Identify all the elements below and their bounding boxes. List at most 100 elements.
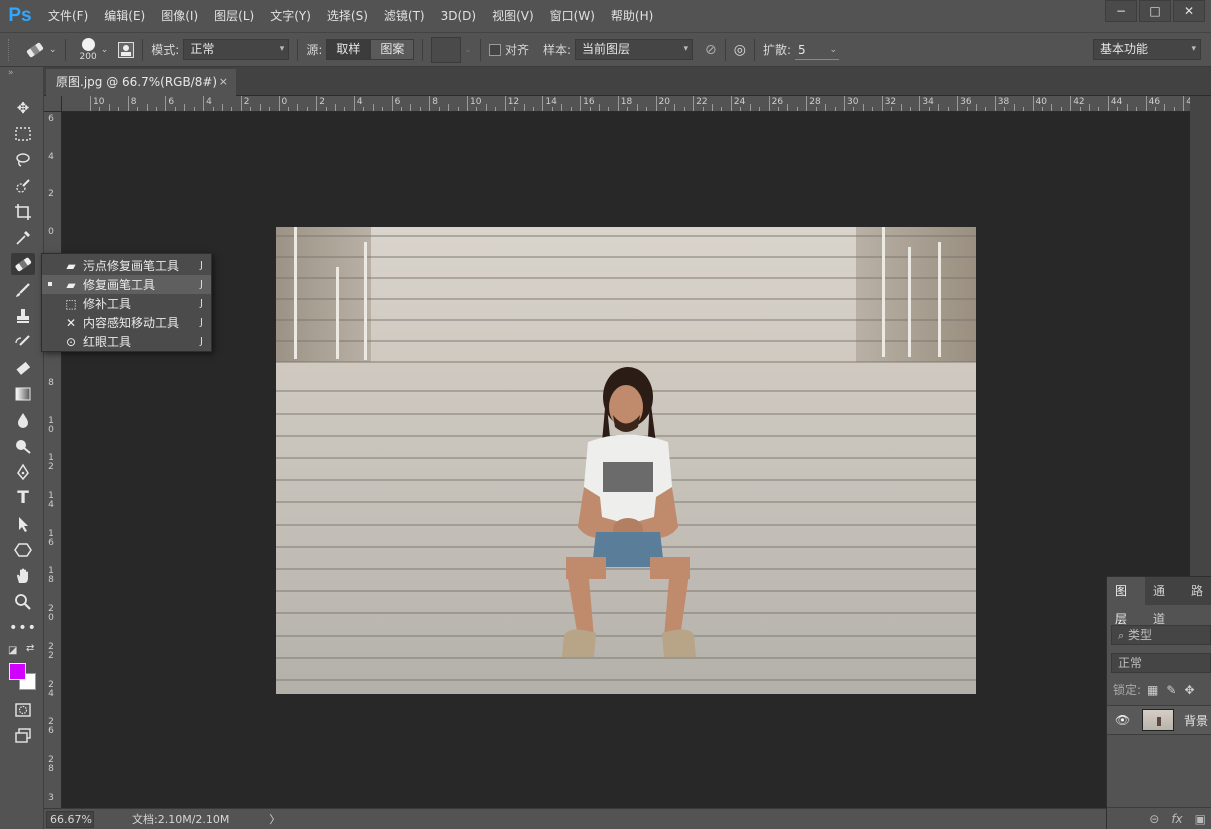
brush-preset-picker[interactable]: 200	[80, 37, 97, 62]
mode-select[interactable]: 正常 ▾	[183, 39, 290, 60]
source-sampled-button[interactable]: 取样	[326, 39, 371, 60]
vertical-ruler[interactable]: 642024681 01 21 41 61 82 02 22 42 62 83	[44, 112, 62, 808]
visibility-eye-icon[interactable]: 👁	[1115, 713, 1130, 727]
type-tool-icon[interactable]: T	[11, 487, 35, 509]
dodge-tool-icon[interactable]	[11, 435, 35, 457]
close-button[interactable]: ✕	[1173, 0, 1205, 22]
options-grip[interactable]	[8, 38, 16, 61]
menu-window[interactable]: 窗口(W)	[542, 0, 603, 32]
ruler-label: 30	[847, 97, 859, 107]
menu-type[interactable]: 文字(Y)	[262, 0, 319, 32]
source-pattern-button[interactable]: 图案	[370, 39, 415, 60]
flyout-item[interactable]: ▰ 修复画笔工具 J	[42, 275, 211, 294]
menu-select[interactable]: 选择(S)	[319, 0, 376, 32]
path-selection-tool-icon[interactable]	[11, 513, 35, 535]
quick-mask-icon[interactable]	[11, 699, 35, 721]
chevron-down-icon[interactable]: ⌄	[101, 45, 109, 55]
history-brush-tool-icon[interactable]	[11, 331, 35, 353]
flyout-item[interactable]: ✕ 内容感知移动工具 J	[42, 313, 211, 332]
flyout-item[interactable]: ▰ 污点修复画笔工具 J	[42, 256, 211, 275]
shape-tool-icon[interactable]	[11, 539, 35, 561]
menu-file[interactable]: 文件(F)	[40, 0, 96, 32]
blend-mode-select[interactable]: 正常	[1111, 653, 1211, 673]
document-image[interactable]	[276, 227, 976, 694]
zoom-level-field[interactable]: 66.67%	[46, 810, 94, 828]
ruler-minor-tick	[1173, 107, 1175, 111]
lasso-tool-icon[interactable]	[11, 149, 35, 171]
more-tools-icon[interactable]: •••	[9, 617, 36, 639]
link-layers-icon[interactable]: ⊝	[1149, 812, 1159, 826]
menu-help[interactable]: 帮助(H)	[603, 0, 661, 32]
brush-panel-icon[interactable]	[118, 41, 135, 58]
eraser-tool-icon[interactable]	[11, 357, 35, 379]
tab-channels[interactable]: 通道	[1145, 577, 1183, 626]
layers-panel-footer: ⊝ fx ▣	[1107, 807, 1211, 829]
layer-name[interactable]: 背景	[1184, 712, 1208, 729]
diffusion-select[interactable]: 5 ⌄	[795, 40, 840, 60]
brush-tool-icon[interactable]	[11, 279, 35, 301]
default-colors-icon[interactable]: ◪	[8, 645, 17, 656]
maximize-button[interactable]: □	[1139, 0, 1171, 22]
layer-style-icon[interactable]: fx	[1171, 812, 1182, 826]
tool-preset-picker[interactable]: ⌄	[24, 41, 57, 59]
menu-edit[interactable]: 编辑(E)	[96, 0, 153, 32]
ruler-minor-tick	[928, 107, 930, 111]
screen-mode-icon[interactable]	[11, 725, 35, 747]
layer-row-background[interactable]: 👁 背景	[1107, 705, 1211, 735]
pattern-picker[interactable]	[431, 36, 462, 63]
move-tool-icon[interactable]: ✥	[11, 97, 35, 119]
ps-logo[interactable]: Ps	[0, 0, 40, 32]
flyout-item[interactable]: ⬚ 修补工具 J	[42, 294, 211, 313]
ignore-adjustment-layers-icon[interactable]: ⊘	[705, 42, 717, 58]
marquee-tool-icon[interactable]	[11, 123, 35, 145]
sample-select[interactable]: 当前图层 ▾	[575, 39, 694, 60]
ruler-minor-tick	[532, 107, 534, 111]
menu-image[interactable]: 图像(I)	[153, 0, 206, 32]
menu-layer[interactable]: 图层(L)	[206, 0, 262, 32]
ruler-minor-tick	[900, 104, 902, 111]
ruler-label: 20	[658, 97, 670, 107]
lock-position-icon[interactable]: ✥	[1184, 683, 1194, 697]
ruler-tick	[617, 96, 619, 111]
status-menu-arrow[interactable]: 〉	[269, 811, 280, 827]
horizontal-ruler[interactable]: 10 8 6 4 2 0 2 4 6 8 10 12 14 16 18 20 22 24 26 28 30 32 34 36 3…	[62, 96, 1190, 112]
canvas-area[interactable]	[62, 112, 1190, 808]
clone-stamp-tool-icon[interactable]	[11, 305, 35, 327]
ruler-tick	[768, 96, 770, 111]
zoom-tool-icon[interactable]	[11, 591, 35, 613]
pressure-size-icon[interactable]: ◎	[734, 42, 746, 58]
menu-3d[interactable]: 3D(D)	[433, 0, 484, 32]
collapse-toolbar-icon[interactable]: »	[0, 67, 43, 81]
foreground-color-swatch[interactable]	[9, 663, 26, 680]
menu-view[interactable]: 视图(V)	[484, 0, 542, 32]
blend-mode-value: 正常	[1118, 656, 1143, 670]
ruler-minor-tick	[646, 107, 648, 111]
gradient-tool-icon[interactable]	[11, 383, 35, 405]
flyout-item[interactable]: ⊙ 红眼工具 J	[42, 332, 211, 351]
healing-brush-tool-icon[interactable]	[11, 253, 35, 275]
menu-filter[interactable]: 滤镜(T)	[376, 0, 433, 32]
layer-filter-select[interactable]: ⌕ 类型	[1111, 625, 1211, 645]
eyedropper-tool-icon[interactable]	[11, 227, 35, 249]
quick-selection-tool-icon[interactable]	[11, 175, 35, 197]
document-tab[interactable]: 原图.jpg @ 66.7%(RGB/8#) * ×	[46, 69, 236, 115]
pen-tool-icon[interactable]	[11, 461, 35, 483]
lock-pixels-icon[interactable]: ✎	[1166, 683, 1176, 697]
ruler-minor-tick	[834, 107, 836, 111]
swap-colors-icon[interactable]: ⇄	[26, 643, 34, 654]
align-checkbox[interactable]	[488, 43, 501, 56]
crop-tool-icon[interactable]	[11, 201, 35, 223]
chevron-down-icon[interactable]: ⌄	[464, 45, 472, 55]
close-tab-icon[interactable]: ×	[219, 69, 228, 95]
tab-layers[interactable]: 图层	[1107, 577, 1145, 626]
tab-paths[interactable]: 路	[1183, 577, 1211, 605]
ruler-minor-tick	[259, 104, 261, 111]
blur-tool-icon[interactable]	[11, 409, 35, 431]
workspace-select[interactable]: 基本功能 ▾	[1093, 39, 1201, 60]
lock-transparent-icon[interactable]: ▦	[1147, 683, 1158, 697]
add-mask-icon[interactable]: ▣	[1195, 812, 1206, 826]
minimize-button[interactable]: −	[1105, 0, 1137, 22]
ruler-tick	[504, 96, 506, 111]
hand-tool-icon[interactable]	[11, 565, 35, 587]
ruler-origin[interactable]	[44, 96, 62, 112]
